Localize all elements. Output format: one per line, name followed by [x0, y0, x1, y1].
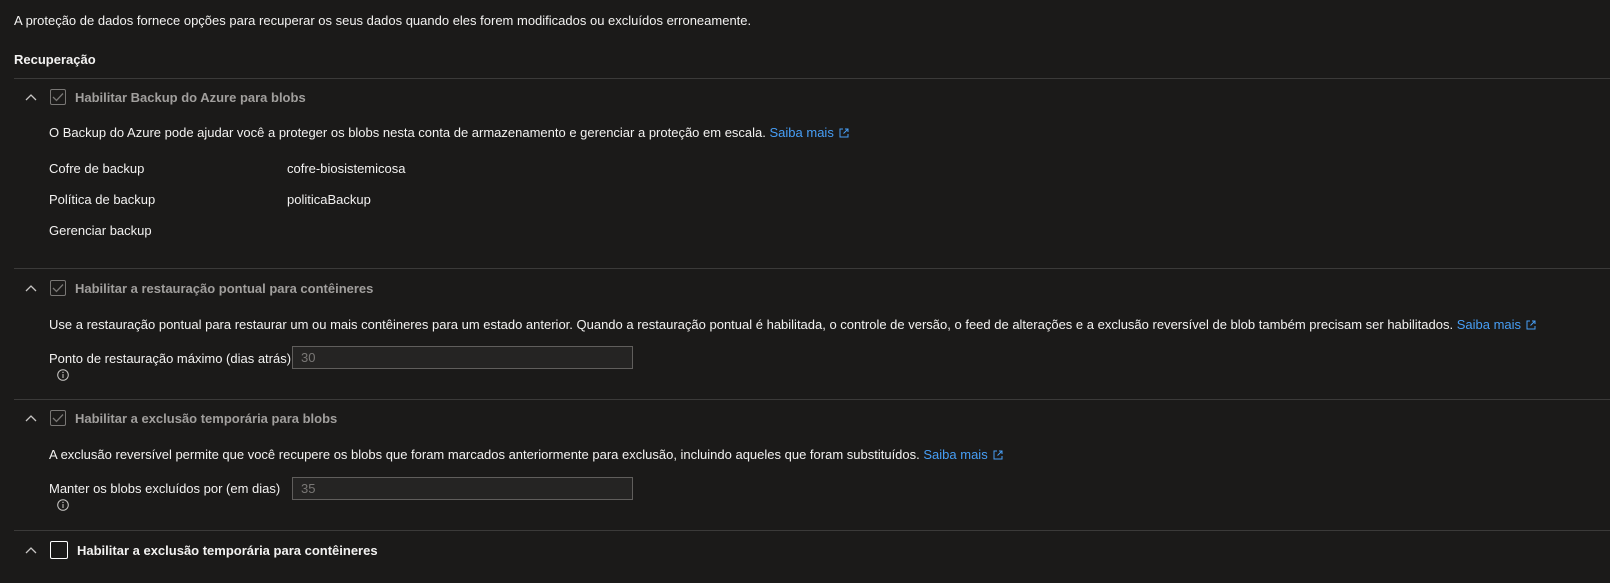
point-in-time-restore-description: Use a restauração pontual para restaurar… [49, 317, 1536, 332]
blob-soft-delete-label: Habilitar a exclusão temporária para blo… [75, 410, 338, 426]
learn-more-text: Saiba mais [1456, 317, 1522, 332]
blob-soft-delete-description: A exclusão reversível permite que você r… [49, 447, 1003, 462]
max-restore-point-input[interactable] [292, 346, 633, 369]
chevron-up-icon[interactable] [22, 540, 40, 560]
blob-soft-delete-description-text: A exclusão reversível permite que você r… [49, 447, 920, 462]
learn-more-text: Saiba mais [923, 447, 988, 462]
backup-policy-label: Política de backup [49, 192, 156, 207]
learn-more-text: Saiba mais [769, 125, 834, 140]
divider [14, 268, 1610, 269]
point-in-time-restore-checkbox[interactable] [50, 280, 66, 296]
group-header-blob-soft-delete: Habilitar a exclusão temporária para blo… [22, 408, 337, 428]
group-header-container-soft-delete: Habilitar a exclusão temporária para con… [22, 540, 378, 560]
info-icon[interactable] [57, 369, 69, 381]
section-title-recovery: Recuperação [14, 52, 96, 67]
divider [14, 78, 1610, 79]
group-header-point-in-time-restore: Habilitar a restauração pontual para con… [22, 278, 373, 298]
divider [14, 399, 1610, 400]
manage-backup-link[interactable]: Gerenciar backup [49, 223, 152, 238]
azure-backup-description-text: O Backup do Azure pode ajudar você a pro… [49, 125, 766, 140]
azure-backup-label: Habilitar Backup do Azure para blobs [75, 89, 306, 105]
blob-retention-days-input[interactable] [292, 477, 633, 500]
blob-soft-delete-checkbox[interactable] [50, 410, 66, 426]
external-link-icon [1526, 320, 1536, 330]
checkmark-icon [52, 414, 64, 423]
divider [14, 530, 1610, 531]
container-soft-delete-label: Habilitar a exclusão temporária para con… [77, 542, 378, 558]
info-icon[interactable] [57, 499, 69, 511]
checkmark-icon [52, 284, 64, 293]
azure-backup-checkbox[interactable] [50, 89, 66, 105]
max-restore-point-label: Ponto de restauração máximo (dias atrás) [49, 351, 292, 366]
backup-vault-value: cofre-biosistemicosa [287, 161, 406, 176]
backup-vault-label: Cofre de backup [49, 161, 145, 176]
blob-retention-days-label: Manter os blobs excluídos por (em dias) [49, 481, 281, 496]
point-in-time-restore-label: Habilitar a restauração pontual para con… [75, 280, 374, 296]
point-in-time-restore-learn-more-link[interactable]: Saiba mais [1457, 317, 1536, 332]
external-link-icon [839, 128, 849, 138]
chevron-up-icon[interactable] [22, 408, 40, 428]
chevron-up-icon[interactable] [22, 87, 40, 107]
backup-policy-value: politicaBackup [287, 192, 371, 207]
external-link-icon [993, 450, 1003, 460]
container-soft-delete-checkbox[interactable] [50, 541, 68, 559]
intro-text: A proteção de dados fornece opções para … [14, 13, 752, 28]
data-protection-page: A proteção de dados fornece opções para … [0, 0, 1610, 583]
blob-soft-delete-learn-more-link[interactable]: Saiba mais [923, 447, 1003, 462]
checkmark-icon [52, 93, 64, 102]
chevron-up-icon[interactable] [22, 278, 40, 298]
azure-backup-description: O Backup do Azure pode ajudar você a pro… [49, 125, 849, 140]
group-header-azure-backup: Habilitar Backup do Azure para blobs [22, 87, 306, 107]
azure-backup-learn-more-link[interactable]: Saiba mais [770, 125, 849, 140]
point-in-time-restore-description-text: Use a restauração pontual para restaurar… [49, 317, 1454, 332]
